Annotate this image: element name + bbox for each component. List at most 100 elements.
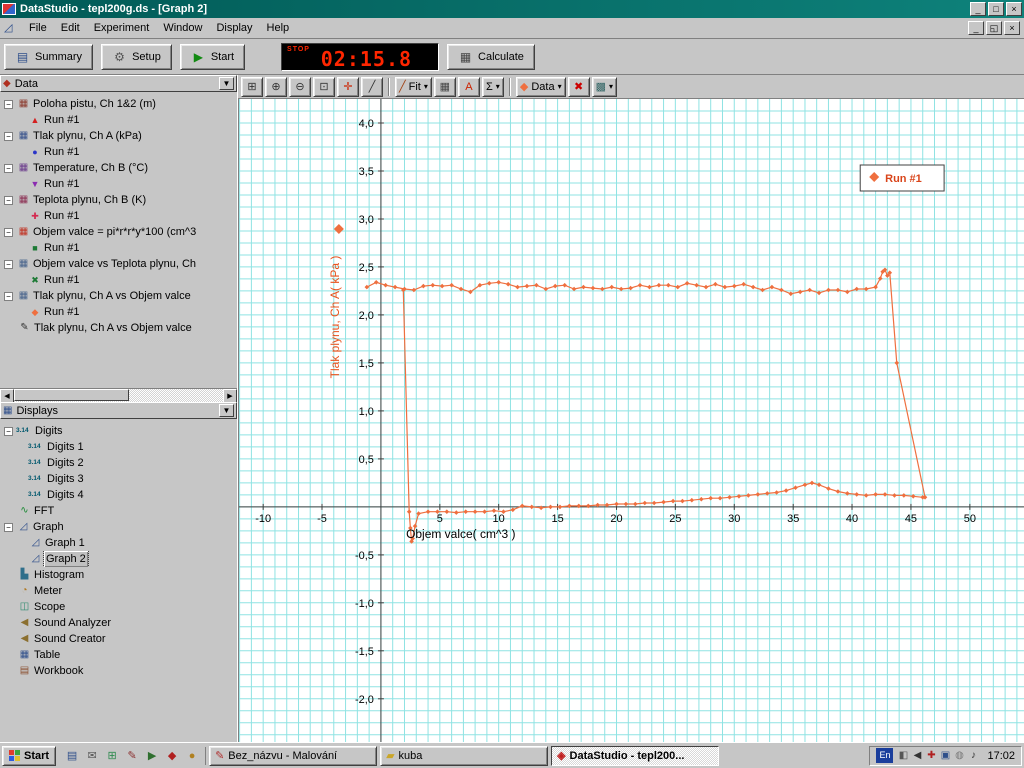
remove-button[interactable]: ✖ [567,76,590,97]
expand-collapse-icon[interactable]: − [4,522,13,532]
expand-collapse-icon[interactable]: − [4,291,13,301]
menu-experiment[interactable]: Experiment [87,20,157,36]
expand-collapse-icon[interactable]: − [4,426,13,436]
zoom-select-button[interactable]: ⊡ [313,76,335,97]
menu-display[interactable]: Display [209,20,259,36]
scale-to-fit-button[interactable]: ⊞ [241,76,263,97]
data-tree-item[interactable]: ✚ Run #1 [0,208,237,224]
tray-display-icon[interactable]: ◧ [896,750,910,761]
data-tree-item[interactable]: ● Run #1 [0,144,237,160]
display-tree-item[interactable]: ∿ FFT [0,503,237,519]
data-tree-item[interactable]: − ▦ Temperature, Ch B (°C) [0,160,237,176]
scroll-left-icon[interactable]: ◀ [0,389,14,403]
menu-file[interactable]: File [22,20,54,36]
calculate-button[interactable]: ▦ Calculate [447,43,535,70]
expand-collapse-icon[interactable]: − [4,259,13,269]
data-panel-dropdown-icon[interactable]: ▼ [219,77,234,90]
display-tree-item[interactable]: ◿ Graph 2 [0,551,237,567]
quick-launch-paint-icon[interactable]: ✎ [123,747,141,765]
setup-button[interactable]: ⚙ Setup [101,43,172,70]
display-tree-item[interactable]: 3.14 Digits 3 [0,471,237,487]
zoom-out-button[interactable]: ⊖ [289,76,311,97]
quick-launch-browser-icon[interactable]: ⊞ [103,747,121,765]
data-tree-hscrollbar[interactable]: ◀ ▶ [0,388,237,403]
data-tree-item[interactable]: − ▦ Objem valce vs Teplota plynu, Ch [0,256,237,272]
graph-area[interactable]: -10 -5 5 10 15 20 25 30 35 40 45 50 4,0 3,5 3,0 2,5 2,0 1… [238,99,1024,742]
legend[interactable]: Run #1 [859,164,945,192]
quick-launch-desktop-icon[interactable]: ▤ [63,747,81,765]
data-series-markers[interactable] [364,267,928,544]
scrollbar-track[interactable] [14,389,223,402]
menu-window[interactable]: Window [156,20,209,36]
start-button[interactable]: ▶ Start [179,43,246,70]
data-tree-item[interactable]: ◆ Run #1 [0,304,237,320]
display-tree-item[interactable]: ▦ Table [0,647,237,663]
graph-canvas[interactable]: -10 -5 5 10 15 20 25 30 35 40 45 50 4,0 3,5 3,0 2,5 2,0 1… [239,99,1024,742]
data-series-line[interactable] [366,268,926,542]
data-tree-item[interactable]: ✖ Run #1 [0,272,237,288]
display-tree-item[interactable]: −3.14 Digits [0,423,237,439]
expand-collapse-icon[interactable]: − [4,99,13,109]
tray-volume-icon[interactable]: ◀ [910,750,924,761]
graph-settings-button[interactable]: ▩ ▾ [591,76,618,97]
scrollbar-thumb[interactable] [14,389,129,401]
run-marker-icon: ◆ [31,307,39,317]
display-tree-item[interactable]: ▙ Histogram [0,567,237,583]
maximize-button[interactable]: □ [988,2,1004,16]
display-tree-item[interactable]: 3.14 Digits 1 [0,439,237,455]
display-tree-item[interactable]: ◿ Graph 1 [0,535,237,551]
tray-antivirus-icon[interactable]: ✚ [924,750,938,761]
display-tree-item[interactable]: 3.14 Digits 2 [0,455,237,471]
tray-scheduler-icon[interactable]: ◍ [952,750,966,761]
displays-panel-dropdown-icon[interactable]: ▼ [219,404,234,417]
data-tree-item[interactable]: ▼ Run #1 [0,176,237,192]
display-tree-item[interactable]: 3.14 Digits 4 [0,487,237,503]
expand-collapse-icon[interactable]: − [4,163,13,173]
tray-sound-icon[interactable]: ♪ [966,750,980,761]
data-tree-item[interactable]: − ▦ Poloha pistu, Ch 1&2 (m) [0,96,237,112]
mdi-restore-button[interactable]: ◱ [986,21,1002,35]
display-tree-item[interactable]: ◀ Sound Creator [0,631,237,647]
data-tree-item[interactable]: ▲ Run #1 [0,112,237,128]
statistics-button[interactable]: Σ ▾ [481,76,504,97]
data-tree-item[interactable]: − ▦ Objem valce = pi*r*r*y*100 (cm^3 [0,224,237,240]
taskbar-task-button[interactable]: ▰ kuba [380,745,549,766]
quick-launch-mail-icon[interactable]: ✉ [83,747,101,765]
mdi-minimize-button[interactable]: _ [968,21,984,35]
display-tree-item[interactable]: − ◿ Graph [0,519,237,535]
summary-button[interactable]: ▤ Summary [4,43,94,70]
data-tree-item[interactable]: ■ Run #1 [0,240,237,256]
data-tree-item[interactable]: − ▦ Tlak plynu, Ch A vs Objem valce [0,288,237,304]
expand-collapse-icon[interactable]: − [4,227,13,237]
tray-network-icon[interactable]: ▣ [938,750,952,761]
taskbar-task-button[interactable]: ◈ DataStudio - tepl200... [551,745,720,766]
keyboard-layout-indicator[interactable]: En [876,748,894,763]
text-annotation-button[interactable]: A [457,76,480,97]
display-tree-item[interactable]: ◀ Sound Analyzer [0,615,237,631]
quick-launch-app1-icon[interactable]: ◆ [163,747,181,765]
close-button[interactable]: × [1006,2,1022,16]
quick-launch-app2-icon[interactable]: ● [183,747,201,765]
minimize-button[interactable]: _ [970,2,986,16]
smart-tool-button[interactable]: ✛ [337,76,359,97]
slope-tool-button[interactable]: ╱ [361,76,383,97]
menu-edit[interactable]: Edit [54,20,87,36]
expand-collapse-icon[interactable]: − [4,131,13,141]
expand-collapse-icon[interactable]: − [4,195,13,205]
quick-launch-media-icon[interactable]: ▶ [143,747,161,765]
menu-help[interactable]: Help [260,20,297,36]
display-tree-item[interactable]: ▤ Workbook [0,663,237,679]
display-tree-item[interactable]: ◫ Scope [0,599,237,615]
mdi-close-button[interactable]: × [1004,21,1020,35]
data-menu-button[interactable]: ◆ Data ▾ [515,76,566,97]
data-tree-item[interactable]: − ▦ Teplota plynu, Ch B (K) [0,192,237,208]
data-tree-item[interactable]: − ▦ Tlak plynu, Ch A (kPa) [0,128,237,144]
zoom-in-button[interactable]: ⊕ [265,76,287,97]
display-tree-item[interactable]: ◔ Meter [0,583,237,599]
fit-menu-button[interactable]: ╱ Fit ▾ [395,76,432,97]
data-tree-item[interactable]: ✎ Tlak plynu, Ch A vs Objem valce [0,320,237,336]
taskbar-task-button[interactable]: ✎ Bez_názvu - Malování [209,745,378,766]
start-menu-button[interactable]: Start [2,745,57,766]
calculator-button[interactable]: ▦ [433,76,456,97]
scroll-right-icon[interactable]: ▶ [223,389,237,403]
